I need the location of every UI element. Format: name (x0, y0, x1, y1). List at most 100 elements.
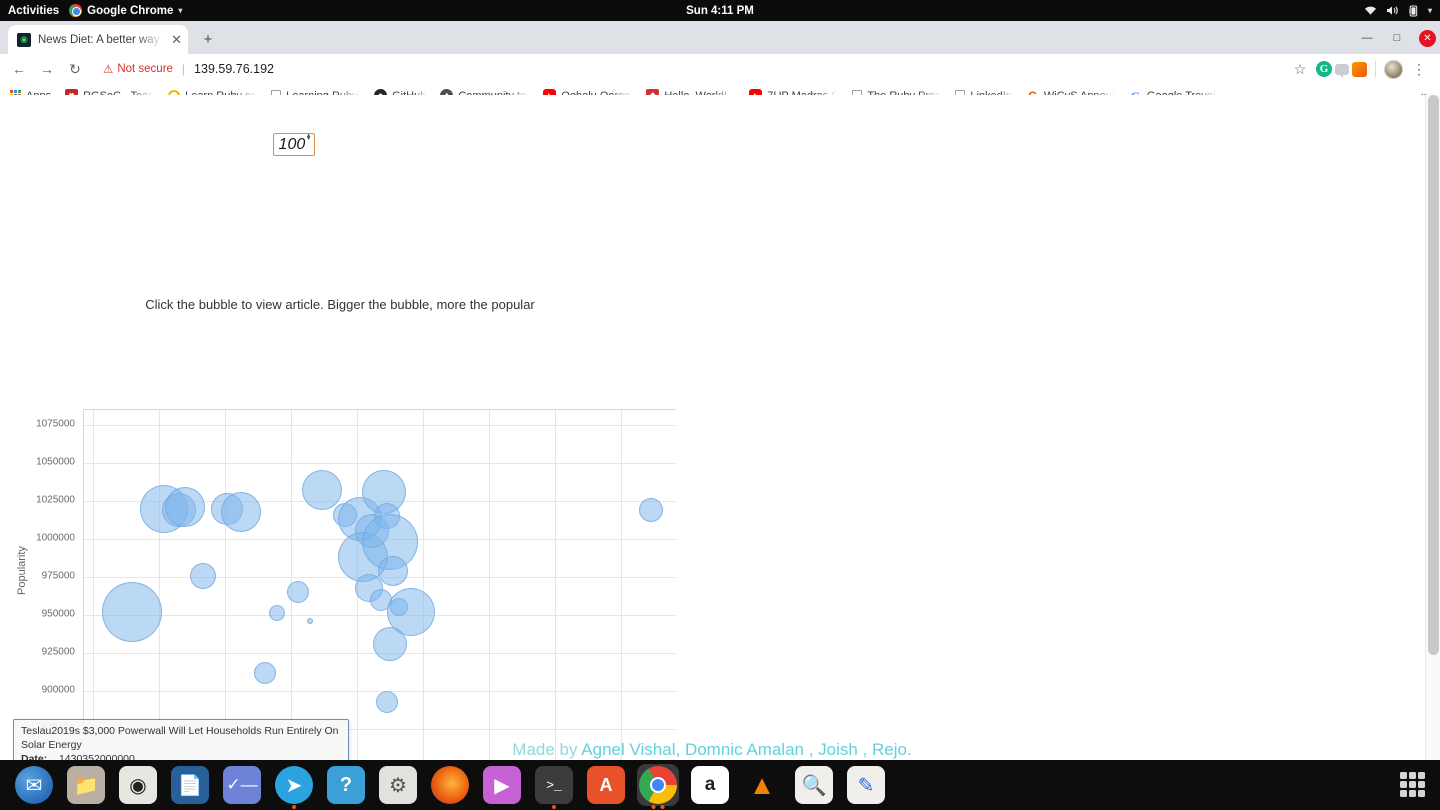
volume-icon (1386, 6, 1398, 15)
chart-bubble[interactable] (269, 605, 286, 622)
close-window-button[interactable]: ✕ (1419, 29, 1436, 47)
gridline-horizontal (84, 463, 676, 465)
chart-bubble[interactable] (377, 555, 408, 586)
y-axis-tick: 1025000 (36, 494, 75, 506)
dock-item-help[interactable]: ? (325, 764, 367, 806)
chrome-window: ◉ News Diet: A better way t ✕ + — □ ✕ ← … (0, 21, 1440, 108)
clock[interactable]: Sun 4:11 PM (686, 5, 754, 17)
tooltip-date-value: 1430352000000 (58, 753, 135, 760)
reload-icon[interactable]: ↻ (62, 56, 88, 82)
dock-item-telegram[interactable]: ➤ (273, 764, 315, 806)
divider: | (181, 62, 186, 76)
tooltip-title: Teslau2019s $3,000 Powerwall Will Let Ho… (21, 725, 339, 751)
dock-item-atom[interactable]: A (585, 764, 627, 806)
tooltip-date: Date: 1430352000000 (21, 753, 341, 760)
menu-icon[interactable]: ⋮ (1406, 56, 1432, 82)
pencil-icon: ✎ (847, 766, 885, 804)
stepper-icon[interactable]: ▲ ▼ (306, 133, 312, 142)
new-tab-button[interactable]: + (198, 30, 218, 50)
avatar[interactable] (1384, 59, 1403, 79)
gridline-vertical (422, 410, 424, 760)
address-bar[interactable]: ⚠ Not secure | 139.59.76.192 (94, 58, 1285, 80)
scrollbar-thumb[interactable] (1428, 95, 1439, 655)
grammarly-extension-icon[interactable]: G (1316, 61, 1332, 77)
query-panel (4, 95, 1428, 285)
chart-bubble[interactable] (306, 618, 313, 625)
dock-item-settings[interactable]: ⚙ (377, 764, 419, 806)
dock-item-search[interactable]: 🔍 (793, 764, 835, 806)
tab-strip: ◉ News Diet: A better way t ✕ + — □ ✕ (0, 21, 1440, 54)
tooltip-date-label: Date: (21, 753, 48, 760)
close-tab-icon[interactable]: ✕ (171, 33, 182, 46)
divider (1375, 61, 1376, 77)
dock-item-google-chrome[interactable] (637, 764, 679, 806)
dock-item-rhythmbox[interactable]: ◉ (117, 764, 159, 806)
chart-tooltip: Teslau2019s $3,000 Powerwall Will Let Ho… (13, 719, 349, 760)
y-axis-label: Popularity (16, 546, 28, 595)
fox-extension-icon[interactable] (1352, 61, 1367, 77)
tab-title: News Diet: A better way t (38, 33, 165, 46)
music-icon: ◉ (119, 766, 157, 804)
dock-item-amazon[interactable]: a (689, 764, 731, 806)
maximize-button[interactable]: □ (1383, 27, 1411, 49)
chart-bubble[interactable] (286, 581, 309, 604)
forward-icon[interactable]: → (34, 56, 60, 82)
browser-toolbar: ← → ↻ ⚠ Not secure | 139.59.76.192 ☆ G ⋮ (0, 54, 1440, 84)
article-count-value: 100 (278, 136, 306, 153)
y-axis-tick: 1000000 (36, 532, 75, 544)
dock-item-files[interactable]: 📁 (65, 764, 107, 806)
checklist-icon: ✓— (223, 766, 261, 804)
author-names: Agnel Vishal, Domnic Amalan , Joish , Re… (581, 740, 912, 759)
dock-item-todo[interactable]: ✓— (221, 764, 263, 806)
bookmark-star-icon[interactable]: ☆ (1287, 56, 1313, 82)
security-label: Not secure (117, 63, 173, 75)
dock-item-video-player[interactable]: ▶ (481, 764, 523, 806)
active-app-menu[interactable]: Google Chrome ▾ (69, 4, 182, 17)
folder-icon: 📁 (67, 766, 105, 804)
magnifier-icon: 🔍 (795, 766, 833, 804)
plot-area[interactable] (83, 409, 676, 760)
gridline-vertical (158, 410, 160, 760)
chart-bubble[interactable] (254, 661, 277, 684)
chart-bubble[interactable] (189, 562, 216, 589)
chart-bubble[interactable] (164, 487, 205, 528)
chat-extension-icon[interactable] (1335, 63, 1349, 78)
y-axis-tick: 925000 (41, 646, 75, 658)
ubuntu-dock: ✉ 📁 ◉ 📄 ✓— ➤ ? ⚙ ▶ >_ A a ▲ 🔍 ✎ (0, 760, 1440, 810)
security-indicator[interactable]: ⚠ Not secure (103, 62, 173, 76)
page-scrollbar[interactable] (1425, 95, 1440, 760)
y-axis-tick: 900000 (41, 684, 75, 696)
chevron-down-icon: ▾ (178, 6, 183, 15)
chart-title: Click the bubble to view article. Bigger… (145, 297, 535, 312)
chart-bubble[interactable] (639, 498, 664, 523)
bubble-chart: Click the bubble to view article. Bigger… (4, 285, 676, 760)
show-applications-icon[interactable] (1400, 772, 1426, 798)
activities-button[interactable]: Activities (0, 5, 69, 17)
article-count-input[interactable]: 100 ▲ ▼ (272, 133, 315, 156)
dock-item-thunderbird[interactable]: ✉ (13, 764, 55, 806)
warning-icon: ⚠ (103, 64, 114, 76)
page-content: Here are top 100 ▲▼ articles of techcrun… (0, 95, 1440, 760)
chart-bubble[interactable] (301, 470, 342, 511)
gridline-vertical (92, 410, 94, 760)
chart-bubble[interactable] (221, 491, 262, 532)
system-tray[interactable]: ▾ (1364, 5, 1432, 17)
toolbar-actions: ☆ G ⋮ (1287, 56, 1434, 82)
chart-bubble[interactable] (101, 581, 162, 642)
dock-item-firefox[interactable] (429, 764, 471, 806)
dock-item-libreoffice-writer[interactable]: 📄 (169, 764, 211, 806)
chart-bubble[interactable] (375, 690, 398, 713)
y-axis-tick: 950000 (41, 608, 75, 620)
chart-bubble[interactable] (372, 626, 407, 661)
minimize-button[interactable]: — (1353, 27, 1381, 49)
question-icon: ? (327, 766, 365, 804)
active-app-name: Google Chrome (87, 4, 174, 17)
dock-item-terminal[interactable]: >_ (533, 764, 575, 806)
dock-item-vlc[interactable]: ▲ (741, 764, 783, 806)
y-axis-tick: 1050000 (36, 456, 75, 468)
dock-item-text-editor[interactable]: ✎ (845, 764, 887, 806)
back-icon[interactable]: ← (6, 56, 32, 82)
chevron-down-icon: ▾ (1427, 6, 1432, 15)
atom-icon: A (587, 766, 625, 804)
browser-tab[interactable]: ◉ News Diet: A better way t ✕ (8, 25, 188, 54)
